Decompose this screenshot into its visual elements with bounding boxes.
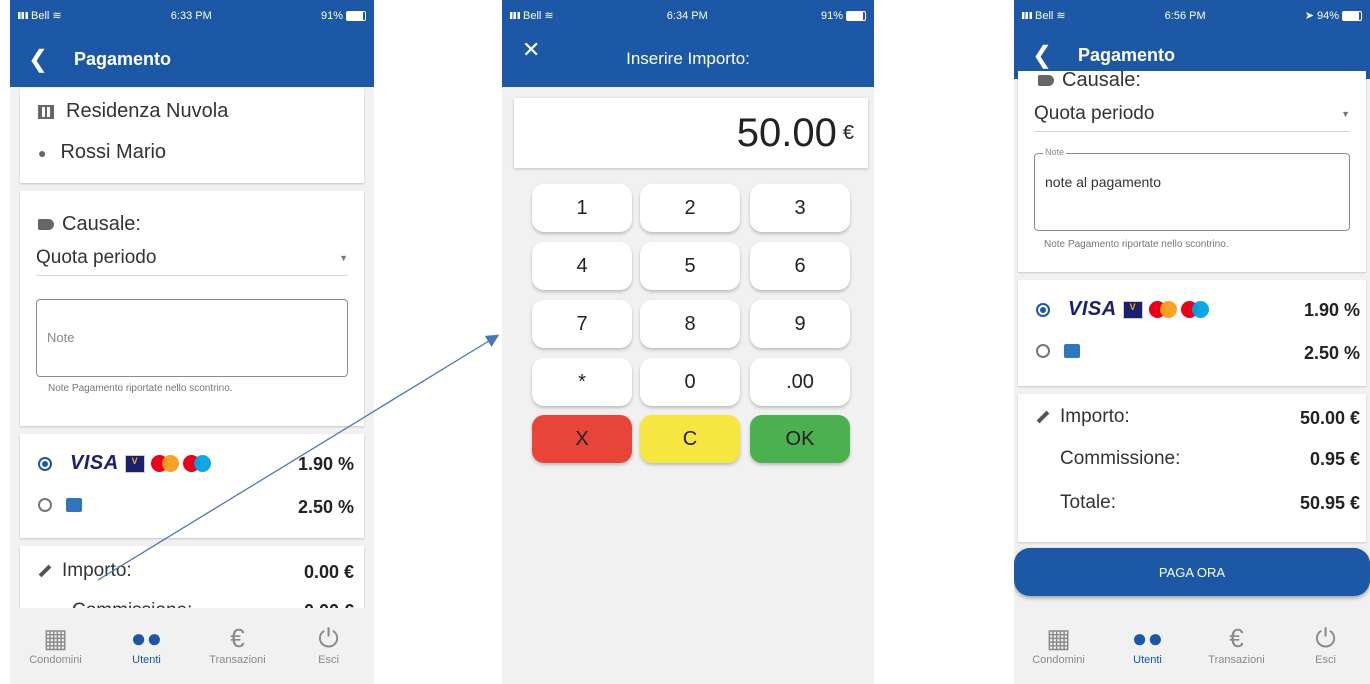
dropdown-arrow-icon: ▼ — [1341, 109, 1350, 119]
tab-label: Condomini — [1032, 654, 1085, 666]
battery-icon — [1342, 10, 1362, 21]
note-hint: Note Pagamento riportate nello scontrino… — [1044, 239, 1229, 250]
battery-icon — [846, 10, 866, 21]
tab-transazioni[interactable]: € Transazioni — [1197, 622, 1277, 666]
page-title: Pagamento — [1078, 44, 1176, 65]
keypad-key[interactable]: 9 — [750, 300, 850, 348]
keypad-key[interactable]: 5 — [640, 242, 740, 290]
causale-select[interactable]: Quota periodo ▼ — [1034, 97, 1350, 132]
importo-label: Importo: — [1060, 406, 1130, 427]
keypad-key[interactable]: * — [532, 358, 632, 406]
app-bar: ✕ Inserire Importo: — [502, 23, 874, 87]
power-icon: ⏻ — [1315, 623, 1336, 653]
tab-label: Esci — [1315, 654, 1336, 666]
tab-label: Transazioni — [1208, 654, 1265, 666]
signal-icon — [1022, 12, 1032, 19]
payment-method-card: VISA V 1.90 % 2.50 % — [1018, 280, 1366, 386]
note-value: note al pagamento — [1045, 174, 1161, 190]
wifi-icon: ≋ — [1056, 10, 1066, 22]
commissione-value: 0.95 € — [1309, 449, 1360, 469]
carrier: Bell — [1035, 9, 1054, 22]
keypad-key[interactable]: .00 — [750, 358, 850, 406]
back-icon[interactable]: ❮ — [1024, 41, 1078, 70]
payment-summary-screen: Bell ≋ 6:56 PM ➤ 94% ❮ Pagamento Causale: … — [1014, 0, 1370, 684]
keypad-key[interactable]: 4 — [532, 242, 632, 290]
tab-condomini[interactable]: ▦ Condomini — [1019, 622, 1099, 666]
visa-logo: VISA — [1068, 298, 1117, 320]
note-field[interactable]: Note note al pagamento — [1034, 147, 1350, 231]
totale-value: 50.95 € — [1299, 493, 1360, 513]
signal-icon — [510, 12, 520, 19]
bottom-nav: ▦ Condomini ●● Utenti € Transazioni ⏻ Esci — [1014, 608, 1370, 684]
ok-key[interactable]: OK — [750, 415, 850, 463]
causale-label: Causale: — [1062, 69, 1141, 91]
amex-fee-pct: 2.50 % — [1303, 343, 1360, 363]
maestro-icon — [1180, 301, 1209, 318]
building-icon: ▦ — [1046, 623, 1071, 653]
keypad-key[interactable]: 2 — [640, 184, 740, 232]
currency-symbol: € — [842, 121, 854, 144]
wifi-icon: ≋ — [544, 10, 554, 22]
battery-level: 94% — [1316, 9, 1339, 22]
page-title: Inserire Importo: — [626, 49, 750, 68]
close-icon[interactable]: ✕ — [522, 37, 540, 63]
keypad-key[interactable]: 0 — [640, 358, 740, 406]
amex-icon — [1064, 344, 1080, 358]
vpay-logo: V — [1122, 300, 1143, 319]
mastercard-icon — [1148, 301, 1177, 318]
method-cards-option[interactable]: VISA V — [1036, 298, 1209, 321]
clock: 6:56 PM — [1164, 9, 1206, 22]
tab-label: Utenti — [1133, 654, 1162, 666]
keypad-key[interactable]: 3 — [750, 184, 850, 232]
cancel-key[interactable]: X — [532, 415, 632, 463]
tab-utenti[interactable]: ●● Utenti — [1108, 622, 1188, 666]
keypad-key[interactable]: 6 — [750, 242, 850, 290]
carrier: Bell — [523, 9, 542, 22]
radio-selected[interactable] — [1036, 302, 1050, 317]
clear-key[interactable]: C — [640, 415, 740, 463]
pencil-icon — [1036, 410, 1050, 424]
tab-esci[interactable]: ⏻ Esci — [1286, 622, 1366, 666]
users-icon: ●● — [1131, 623, 1164, 653]
importo-value: 50.00 € — [1299, 408, 1360, 428]
importo-row[interactable]: Importo: — [1036, 406, 1130, 428]
causale-card: Causale: Quota periodo ▼ Note note al pa… — [1018, 69, 1366, 272]
location-icon: ➤ — [1304, 10, 1314, 22]
amount-display: 50.00 € — [514, 98, 868, 168]
keypad-key[interactable]: 1 — [532, 184, 632, 232]
pay-now-button[interactable]: PAGA ORA — [1014, 548, 1370, 596]
tag-icon — [1038, 75, 1054, 86]
keypad-key[interactable]: 8 — [640, 300, 740, 348]
commissione-label: Commissione: — [1060, 448, 1181, 469]
clock: 6:34 PM — [666, 9, 708, 22]
keypad-key[interactable]: 7 — [532, 300, 632, 348]
amount-entry-screen: Bell ≋ 6:34 PM 91% ✕ Inserire Importo: 50… — [502, 0, 874, 684]
totale-label: Totale: — [1060, 492, 1116, 513]
cards-fee-pct: 1.90 % — [1303, 300, 1360, 320]
causale-value: Quota periodo — [1034, 103, 1155, 124]
battery-level: 91% — [820, 9, 843, 22]
amount-card: Importo: 50.00 € Commissione: 0.95 € Tot… — [1018, 394, 1366, 542]
amount-value: 50.00 — [736, 110, 837, 155]
note-label: Note — [1043, 147, 1067, 157]
radio-unselected[interactable] — [1036, 344, 1050, 358]
euro-icon: € — [1229, 623, 1244, 653]
method-amex-option[interactable] — [1036, 344, 1080, 358]
